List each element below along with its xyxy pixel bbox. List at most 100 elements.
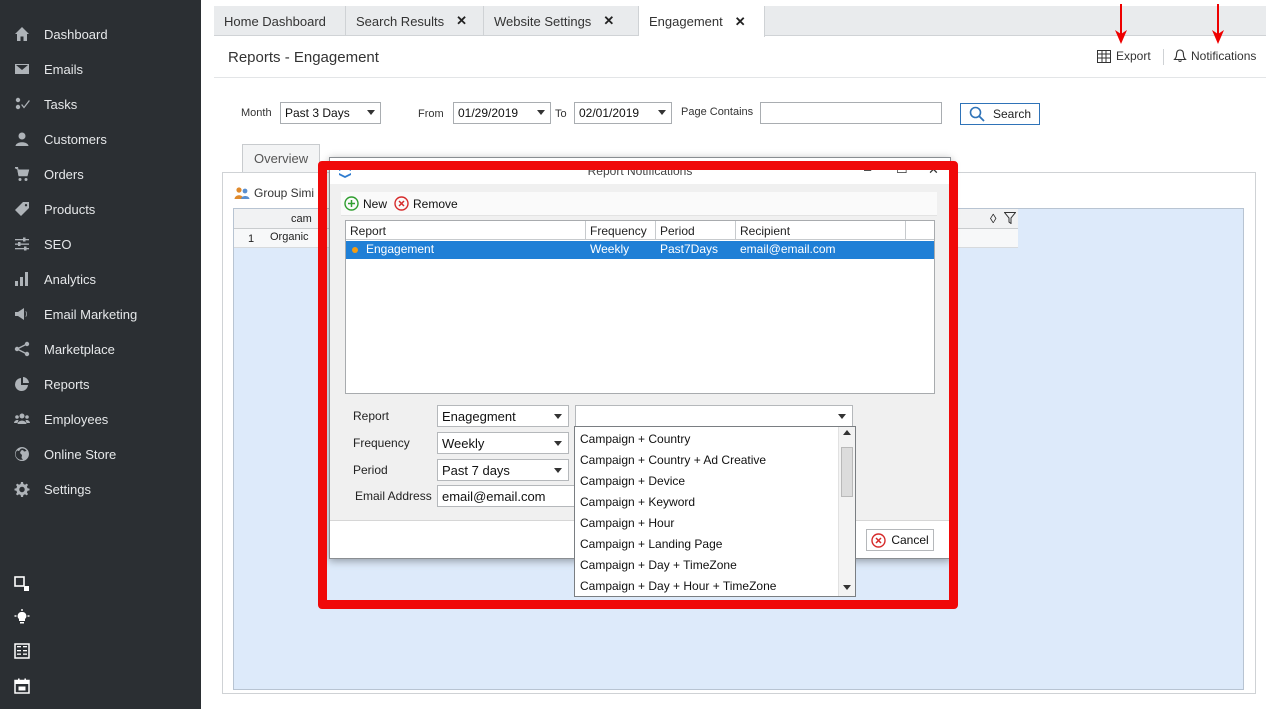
sidebar-item-orders[interactable]: Orders [0,159,201,189]
lightbulb-icon[interactable] [12,607,32,627]
close-icon[interactable]: ✕ [456,13,467,29]
tab-home-dashboard[interactable]: Home Dashboard [214,6,346,36]
frequency-select[interactable]: Weekly [437,432,569,454]
scroll-up-icon[interactable] [843,430,851,435]
sidebar-item-email-marketing[interactable]: Email Marketing [0,299,201,329]
sidebar-item-label: Analytics [44,271,97,287]
sidebar-item-settings[interactable]: Settings [0,474,201,504]
sidebar-item-tasks[interactable]: Tasks [0,89,201,119]
sidebar: Dashboard Emails Tasks Customers Orders … [0,0,201,709]
period-select[interactable]: Past 7 days [437,459,569,481]
sidebar-item-customers[interactable]: Customers [0,124,201,154]
sidebar-item-marketplace[interactable]: Marketplace [0,334,201,364]
export-button[interactable]: Export [1097,49,1151,63]
sidebar-item-label: Employees [44,411,109,427]
calculator-icon[interactable] [12,641,32,661]
remove-button[interactable]: Remove [394,196,458,211]
dropdown-option[interactable]: Campaign + Landing Page [580,537,722,551]
to-date-value: 02/01/2019 [579,106,640,120]
dialog-title: Report Notifications [587,164,693,178]
tab-bar: Home Dashboard Search Results ✕ Website … [214,6,1266,37]
report-label: Report [353,409,390,423]
cell-report: Engagement [366,242,435,256]
cancel-circle-icon [871,532,887,548]
tab-engagement[interactable]: Engagement ✕ [639,6,765,37]
dropdown-option[interactable]: Campaign + Day + TimeZone [580,558,737,572]
bell-icon [1173,49,1187,63]
sidebar-item-dashboard[interactable]: Dashboard [0,19,201,49]
tag-icon [12,201,32,217]
cart-icon [12,166,32,182]
group-similar-button[interactable]: Group Simi [234,186,314,200]
windows-icon[interactable] [12,574,32,594]
tab-label: Engagement [649,14,723,29]
tab-website-settings[interactable]: Website Settings ✕ [484,6,639,36]
sort-icon[interactable]: ◊ [990,211,996,226]
scrollbar-thumb[interactable] [841,447,853,497]
table-cell: Organic [270,231,309,243]
cell-recipient: email@email.com [740,242,836,256]
sidebar-item-label: SEO [44,236,72,252]
search-button[interactable]: Search [960,103,1040,125]
cell-period: Past7Days [660,242,719,256]
maximize-icon[interactable]: ☐ [896,161,908,177]
month-select[interactable]: Past 3 Days [280,102,381,124]
scroll-down-icon[interactable] [843,585,851,590]
close-icon[interactable]: ✕ [928,162,939,178]
export-label: Export [1116,49,1151,63]
user-icon [12,131,32,147]
dropdown-option[interactable]: Campaign + Day + Hour + TimeZone [580,579,776,593]
sidebar-item-label: Emails [44,61,84,77]
cell-frequency: Weekly [590,242,630,256]
dropdown-scrollbar[interactable] [838,427,855,596]
from-label: From [418,108,444,120]
grid-column-header[interactable]: cam [291,213,312,225]
dropdown-option[interactable]: Campaign + Device [580,474,685,488]
minimize-icon[interactable]: – [864,162,871,177]
filter-icon[interactable] [1004,212,1016,224]
from-date-picker[interactable]: 01/29/2019 [453,102,551,124]
sidebar-item-label: Email Marketing [44,306,138,322]
dropdown-arrow-icon [554,441,562,446]
sidebar-item-analytics[interactable]: Analytics [0,264,201,294]
group-similar-label: Group Simi [254,186,315,200]
new-button[interactable]: New [344,196,387,211]
notifications-list[interactable]: Report Frequency Period Recipient Engage… [345,220,935,394]
to-date-picker[interactable]: 02/01/2019 [574,102,672,124]
dropdown-option[interactable]: Campaign + Hour [580,516,674,530]
column-header-period[interactable]: Period [656,221,736,240]
dropdown-option[interactable]: Campaign + Country + Ad Creative [580,453,766,467]
search-button-label: Search [992,107,1032,121]
tab-overview[interactable]: Overview [242,144,320,172]
email-address-input[interactable]: email@email.com [437,485,577,507]
breakdown-select[interactable] [575,405,853,427]
tab-search-results[interactable]: Search Results ✕ [346,6,484,36]
megaphone-icon [12,306,32,322]
tab-label: Website Settings [494,13,592,29]
report-select[interactable]: Enagegment [437,405,569,427]
sidebar-item-reports[interactable]: Reports [0,369,201,399]
cancel-button[interactable]: Cancel [866,529,934,551]
close-icon[interactable]: ✕ [603,13,614,29]
breakdown-dropdown-list[interactable]: Campaign + Country Campaign + Country + … [574,426,856,597]
dropdown-option[interactable]: Campaign + Keyword [580,495,695,509]
dialog-titlebar: Report Notifications – ☐ ✕ [330,158,950,184]
sidebar-item-seo[interactable]: SEO [0,229,201,259]
dropdown-option[interactable]: Campaign + Country [580,432,690,446]
page-contains-input[interactable] [760,102,942,124]
sidebar-item-emails[interactable]: Emails [0,54,201,84]
status-dot-icon [352,247,358,253]
calendar-icon[interactable] [12,676,32,696]
dropdown-arrow-icon [367,110,375,115]
frequency-label: Frequency [353,436,410,450]
notifications-button[interactable]: Notifications [1173,49,1256,63]
column-header-report[interactable]: Report [346,221,586,240]
sidebar-item-employees[interactable]: Employees [0,404,201,434]
sidebar-item-online-store[interactable]: Online Store [0,439,201,469]
column-header-recipient[interactable]: Recipient [736,221,906,240]
sidebar-item-products[interactable]: Products [0,194,201,224]
page-contains-label: Page Contains [681,106,754,118]
close-icon[interactable]: ✕ [735,14,746,30]
list-item[interactable]: Engagement Weekly Past7Days email@email.… [346,241,934,259]
column-header-frequency[interactable]: Frequency [586,221,656,240]
